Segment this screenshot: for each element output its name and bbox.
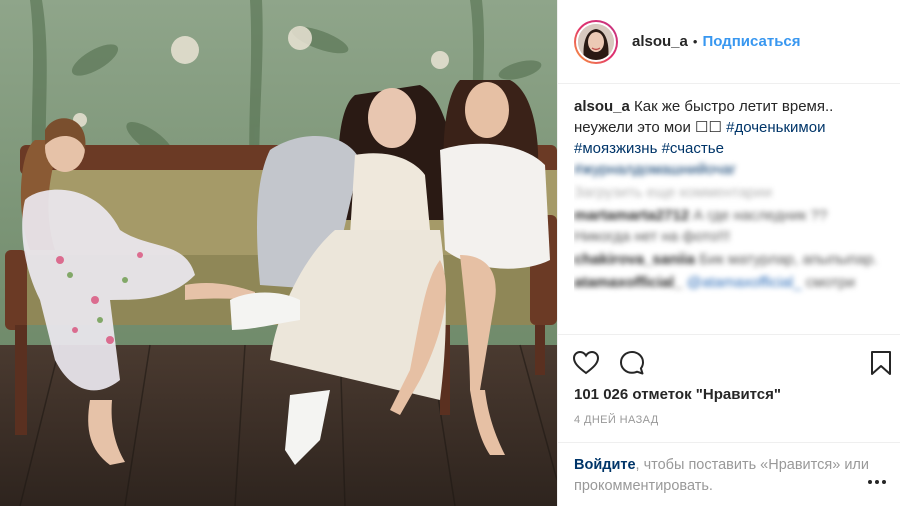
comment-item: chakirova_saniia Бик матурлар, апыпыпар. [574,249,886,270]
hashtag-link[interactable]: #счастье [662,140,724,157]
login-prompt: Войдите, чтобы поставить «Нравится» или … [558,442,900,506]
comment-text: Бик матурлар, апыпыпар. [699,251,878,268]
action-bar [558,334,900,384]
hashtag-link[interactable]: #журналдомашнийочаг [574,159,886,180]
likes-number: 101 026 [574,386,629,403]
comment-item: atamaxofficial_ @atamaxofficial_ смотри [574,272,886,293]
author-avatar[interactable] [574,19,618,64]
load-more-comments-button[interactable]: Загрузить еще комментарии [574,182,886,203]
separator-dot: • [692,34,698,49]
likes-label: отметок "Нравится" [632,386,782,403]
comment-icon[interactable] [618,349,646,377]
avatar-photo [576,21,616,62]
comment-username[interactable]: chakirova_saniia [574,251,695,268]
comment-username[interactable]: atamaxofficial_ [574,274,682,291]
likes-count[interactable]: 101 026 отметок "Нравится" [574,386,781,403]
comment-item: martamarta2712 А где наследник ?? Никогд… [574,205,886,247]
author-username[interactable]: alsou_a [632,33,688,50]
caption-username[interactable]: alsou_a [574,98,630,115]
comments-section: alsou_a Как же быстро летит время.. неуж… [574,96,886,334]
more-options-icon[interactable] [867,477,887,487]
hashtag-link[interactable]: #моязжизнь [574,140,657,157]
bookmark-icon[interactable] [867,349,895,377]
heart-icon[interactable] [572,349,600,377]
post-timestamp[interactable]: 4 ДНЕЙ НАЗАД [574,414,659,426]
comment-username[interactable]: martamarta2712 [574,207,689,224]
login-link[interactable]: Войдите [574,457,636,473]
post-caption: alsou_a Как же быстро летит время.. неуж… [574,96,886,180]
hashtag-link[interactable]: #доченькимои [726,119,825,136]
author-line: alsou_a • Подписаться [632,33,801,50]
post-panel: alsou_a • Подписаться alsou_a Как же быс… [557,0,900,506]
follow-button[interactable]: Подписаться [702,33,800,50]
post-photo[interactable] [0,0,557,506]
avatar-portrait-icon [578,23,614,60]
photo-illustration [0,0,557,506]
comment-mention[interactable]: @atamaxofficial_ [687,274,802,291]
comment-text: смотри [805,274,856,291]
post-header: alsou_a • Подписаться [558,0,900,84]
